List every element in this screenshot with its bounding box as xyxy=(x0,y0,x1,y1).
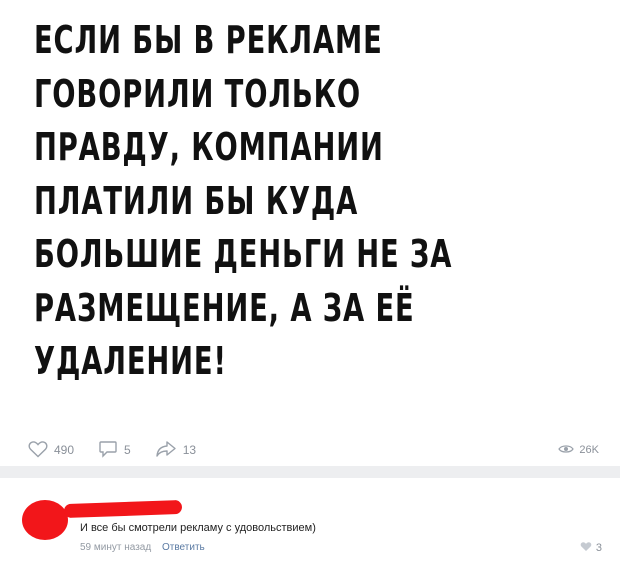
comment-count: 5 xyxy=(124,443,131,457)
post-image[interactable]: ЕСЛИ БЫ В РЕКЛАМЕ ГОВОРИЛИ ТОЛЬКО ПРАВДУ… xyxy=(14,0,606,408)
comment-time[interactable]: 59 минут назад xyxy=(80,542,151,553)
headline-line: ГОВОРИЛИ ТОЛЬКО xyxy=(34,71,361,116)
comment-like-count: 3 xyxy=(595,542,602,554)
author-name-redacted[interactable] xyxy=(63,499,183,519)
post-action-bar: 490 5 13 26K xyxy=(28,437,603,463)
comment-text: И все бы смотрели рекламу с удовольствие… xyxy=(80,522,316,534)
share-count: 13 xyxy=(182,443,197,457)
section-divider xyxy=(0,466,620,478)
avatar[interactable] xyxy=(22,500,68,540)
headline-line: УДАЛЕНИЕ! xyxy=(34,339,227,383)
headline-line: ЕСЛИ БЫ В РЕКЛАМЕ xyxy=(34,18,383,62)
comment-item: И все бы смотрели рекламу с удовольствие… xyxy=(0,478,620,573)
headline-line: РАЗМЕЩЕНИЕ, А ЗА ЕЁ xyxy=(34,285,415,330)
comment-like-button[interactable]: 3 xyxy=(580,541,602,555)
heart-icon xyxy=(28,440,54,461)
heart-icon xyxy=(580,541,596,555)
like-button[interactable]: 490 xyxy=(28,440,74,461)
views-counter: 26K xyxy=(558,444,599,457)
headline-line: БОЛЬШИЕ ДЕНЬГИ НЕ ЗА xyxy=(34,232,453,276)
comment-meta: 59 минут назад Ответить xyxy=(80,542,205,553)
share-button[interactable]: 13 xyxy=(155,440,196,461)
post-card: ЕСЛИ БЫ В РЕКЛАМЕ ГОВОРИЛИ ТОЛЬКО ПРАВДУ… xyxy=(0,0,620,466)
comment-button[interactable]: 5 xyxy=(98,440,131,461)
reply-link[interactable]: Ответить xyxy=(162,542,205,553)
like-count: 490 xyxy=(54,443,75,457)
post-headline: ЕСЛИ БЫ В РЕКЛАМЕ ГОВОРИЛИ ТОЛЬКО ПРАВДУ… xyxy=(34,14,581,389)
eye-icon xyxy=(558,444,579,457)
views-count: 26K xyxy=(579,444,599,456)
headline-line: ПЛАТИЛИ БЫ КУДА xyxy=(34,178,359,223)
share-arrow-icon xyxy=(155,440,183,461)
comment-icon xyxy=(98,440,124,461)
headline-line: ПРАВДУ, КОМПАНИИ xyxy=(34,125,384,169)
